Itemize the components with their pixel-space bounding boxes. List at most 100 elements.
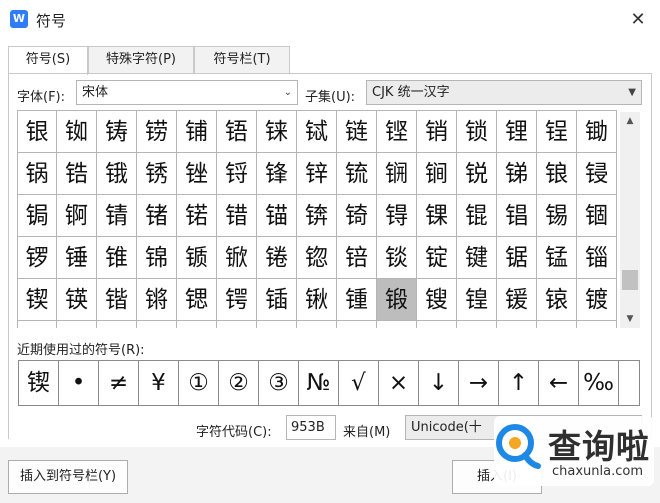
symbol-cell[interactable]: 锍 [337, 153, 377, 195]
symbol-cell[interactable]: 锏 [417, 153, 457, 195]
symbol-cell[interactable]: 锟 [457, 195, 497, 237]
symbol-cell[interactable]: 锉 [177, 153, 217, 195]
symbol-cell[interactable]: 锷 [217, 279, 257, 321]
symbol-cell[interactable]: 锗 [137, 195, 177, 237]
recent-symbol-cell[interactable]: ↑ [499, 361, 539, 405]
symbol-cell[interactable]: 锒 [537, 153, 577, 195]
symbol-cell[interactable]: 铸 [97, 111, 137, 153]
symbol-cell[interactable]: 锳 [57, 279, 97, 321]
recent-symbol-cell[interactable]: ‰ [579, 361, 619, 405]
recent-symbol-cell[interactable]: ¥ [139, 361, 179, 405]
tab-symbols[interactable]: 符号(S) [8, 46, 88, 75]
symbol-cell[interactable]: 银 [17, 111, 57, 153]
font-select[interactable]: 宋体 ⌄ [76, 80, 298, 105]
symbol-cell[interactable]: 镂 [57, 321, 97, 328]
symbol-cell[interactable]: 镇 [257, 321, 297, 328]
symbol-cell[interactable]: 镉 [337, 321, 377, 328]
symbol-cell[interactable]: 锺 [337, 279, 377, 321]
symbol-cell[interactable]: 锃 [537, 111, 577, 153]
char-code-input[interactable]: 953B [286, 415, 336, 440]
symbol-cell[interactable]: 镃 [97, 321, 137, 328]
recent-symbol-cell[interactable]: ← [539, 361, 579, 405]
symbol-cell[interactable]: 键 [457, 237, 497, 279]
symbol-cell[interactable]: 锪 [297, 237, 337, 279]
symbol-cell[interactable]: 锰 [537, 237, 577, 279]
symbol-cell[interactable]: 铼 [257, 111, 297, 153]
symbol-cell[interactable]: 锓 [577, 153, 617, 195]
symbol-cell[interactable]: 锬 [377, 237, 417, 279]
symbol-cell[interactable]: 铻 [217, 111, 257, 153]
symbol-cell[interactable]: 锿 [537, 279, 577, 321]
symbol-cell[interactable]: 锋 [257, 153, 297, 195]
symbol-cell[interactable]: 镁 [17, 321, 57, 328]
recent-symbol-cell[interactable]: № [299, 361, 339, 405]
symbol-cell[interactable]: 锲 [17, 279, 57, 321]
close-button[interactable]: ✕ [626, 8, 650, 32]
symbol-cell[interactable]: 锛 [297, 195, 337, 237]
symbol-cell[interactable]: 锭 [417, 237, 457, 279]
symbol-cell[interactable]: 锝 [377, 195, 417, 237]
symbol-cell[interactable]: 镏 [577, 321, 617, 328]
symbol-cell[interactable]: 锑 [497, 153, 537, 195]
symbol-cell[interactable]: 锎 [377, 153, 417, 195]
symbol-cell[interactable]: 锡 [537, 195, 577, 237]
symbol-cell[interactable]: 铺 [177, 111, 217, 153]
symbol-cell[interactable]: 锽 [457, 279, 497, 321]
symbol-cell[interactable]: 铿 [377, 111, 417, 153]
recent-symbol-cell[interactable]: • [59, 361, 99, 405]
symbol-cell[interactable]: 锔 [17, 195, 57, 237]
tab-symbol-bar[interactable]: 符号栏(T) [194, 46, 290, 74]
symbol-cell[interactable]: 锖 [97, 195, 137, 237]
symbol-cell[interactable]: 锇 [97, 153, 137, 195]
symbol-cell[interactable]: 锻 [377, 279, 417, 321]
symbol-cell[interactable]: 镊 [377, 321, 417, 328]
symbol-cell[interactable]: 锈 [137, 153, 177, 195]
symbol-cell[interactable]: 锜 [337, 195, 377, 237]
symbol-cell[interactable]: 铽 [297, 111, 337, 153]
symbol-cell[interactable]: 锅 [17, 153, 57, 195]
recent-symbol-cell[interactable]: ≠ [99, 361, 139, 405]
symbol-cell[interactable]: 镆 [217, 321, 257, 328]
scroll-down-icon[interactable]: ▼ [620, 310, 640, 328]
symbol-cell[interactable]: 锩 [257, 237, 297, 279]
symbol-cell[interactable]: 镋 [417, 321, 457, 328]
symbol-cell[interactable]: 锂 [497, 111, 537, 153]
symbol-cell[interactable]: 镀 [577, 279, 617, 321]
symbol-cell[interactable]: 锾 [497, 279, 537, 321]
tab-special-chars[interactable]: 特殊字符(P) [88, 46, 194, 74]
symbol-cell[interactable]: 锚 [257, 195, 297, 237]
insert-to-symbol-bar-button[interactable]: 插入到符号栏(Y) [8, 460, 128, 494]
symbol-cell[interactable]: 锼 [417, 279, 457, 321]
symbol-cell[interactable]: 销 [417, 111, 457, 153]
symbol-cell[interactable]: 锞 [417, 195, 457, 237]
symbol-cell[interactable]: 锶 [177, 279, 217, 321]
symbol-cell[interactable]: 锢 [577, 195, 617, 237]
recent-symbol-cell[interactable]: 锲 [19, 361, 59, 405]
symbol-cell[interactable]: 锴 [97, 279, 137, 321]
symbol-cell[interactable]: 铷 [57, 111, 97, 153]
recent-symbol-cell[interactable]: ↓ [419, 361, 459, 405]
symbol-cell[interactable]: 锣 [17, 237, 57, 279]
recent-symbol-cell[interactable]: → [459, 361, 499, 405]
symbol-cell[interactable]: 错 [217, 195, 257, 237]
recent-symbol-cell[interactable]: √ [339, 361, 379, 405]
symbol-cell[interactable]: 镌 [457, 321, 497, 328]
recent-symbol-cell[interactable]: ① [179, 361, 219, 405]
symbol-cell[interactable]: 锤 [57, 237, 97, 279]
symbol-cell[interactable]: 锯 [497, 237, 537, 279]
symbol-cell[interactable]: 镄 [137, 321, 177, 328]
symbol-cell[interactable]: 锵 [137, 279, 177, 321]
symbol-cell[interactable]: 锆 [57, 153, 97, 195]
subset-select[interactable]: CJK 统一汉字 ▼ [366, 80, 642, 105]
grid-scrollbar[interactable]: ▲ ▼ [620, 112, 640, 328]
symbol-cell[interactable]: 链 [337, 111, 377, 153]
symbol-cell[interactable]: 锦 [137, 237, 177, 279]
symbol-cell[interactable]: 锨 [217, 237, 257, 279]
symbol-cell[interactable]: 锥 [97, 237, 137, 279]
symbol-cell[interactable]: 镅 [177, 321, 217, 328]
symbol-cell[interactable]: 锄 [577, 111, 617, 153]
symbol-cell[interactable]: 锱 [577, 237, 617, 279]
scroll-up-icon[interactable]: ▲ [620, 112, 640, 130]
symbol-cell[interactable]: 镈 [297, 321, 337, 328]
symbol-cell[interactable]: 锘 [177, 195, 217, 237]
